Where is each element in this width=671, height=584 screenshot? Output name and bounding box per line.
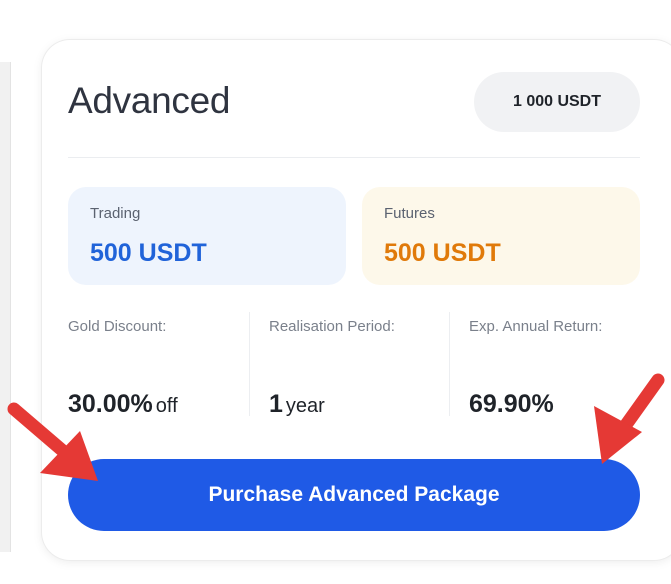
stat-unit: year xyxy=(285,395,325,417)
stat-unit: off xyxy=(155,395,178,417)
stat-number: 1 xyxy=(269,390,283,418)
stat-value: 30.00% off xyxy=(68,390,178,419)
stat-expected-annual-return: Exp. Annual Return: 69.90% xyxy=(469,318,659,428)
stat-gold-discount: Gold Discount: 30.00% off xyxy=(68,318,258,428)
stat-number: 30.00% xyxy=(68,390,153,418)
futures-label: Futures xyxy=(384,205,435,222)
stat-realisation-period: Realisation Period: 1 year xyxy=(269,318,459,428)
package-title: Advanced xyxy=(68,80,231,121)
trading-allocation: Trading 500 USDT xyxy=(68,187,346,285)
futures-value: 500 USDT xyxy=(384,239,501,267)
trading-value: 500 USDT xyxy=(90,239,207,267)
divider xyxy=(68,157,640,158)
stat-divider xyxy=(249,312,250,416)
trading-label: Trading xyxy=(90,205,141,222)
stat-value: 1 year xyxy=(269,390,325,419)
adjacent-card-edge xyxy=(0,62,11,552)
purchase-package-button[interactable]: Purchase Advanced Package xyxy=(68,459,640,531)
page: Advanced 1 000 USDT Trading 500 USDT Fut… xyxy=(0,0,671,584)
futures-allocation: Futures 500 USDT xyxy=(362,187,640,285)
stat-value: 69.90% xyxy=(469,390,554,419)
stat-label: Realisation Period: xyxy=(269,318,395,335)
stat-divider xyxy=(449,312,450,416)
price-badge: 1 000 USDT xyxy=(474,72,640,132)
stat-label: Gold Discount: xyxy=(68,318,167,335)
stat-number: 69.90% xyxy=(469,390,554,418)
stat-label: Exp. Annual Return: xyxy=(469,318,603,335)
